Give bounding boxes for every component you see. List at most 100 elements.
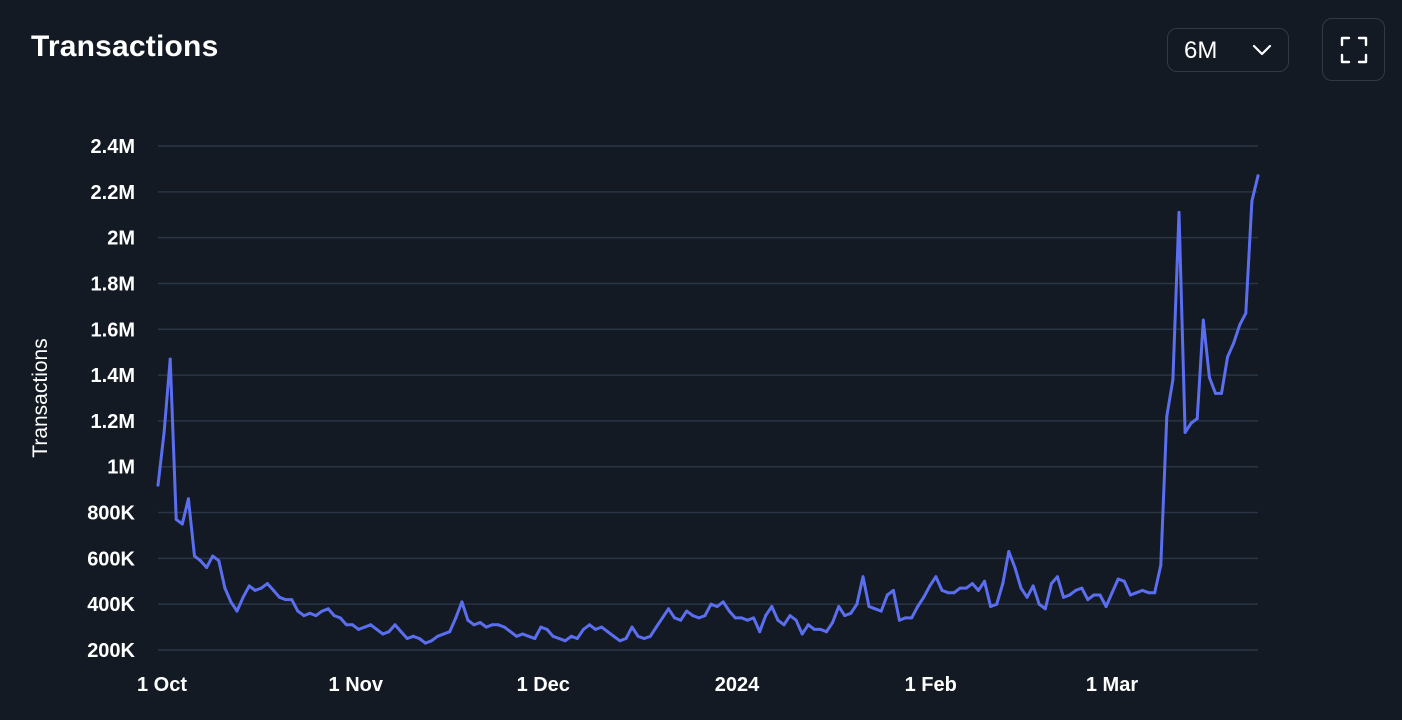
data-point xyxy=(618,639,622,643)
data-point xyxy=(739,616,743,620)
data-point xyxy=(879,609,883,613)
data-point xyxy=(934,575,938,579)
data-point xyxy=(211,554,215,558)
data-point xyxy=(612,634,616,638)
data-point xyxy=(1007,550,1011,553)
data-point xyxy=(217,559,221,563)
data-point xyxy=(1074,588,1078,592)
data-point xyxy=(180,522,184,526)
data-point xyxy=(332,614,336,618)
data-point xyxy=(630,625,634,629)
data-point xyxy=(946,591,950,595)
y-tick-label: 2.4M xyxy=(91,136,135,158)
data-point xyxy=(1183,430,1187,434)
data-point xyxy=(636,634,640,638)
data-point xyxy=(509,630,512,634)
data-point xyxy=(1220,391,1223,395)
data-point xyxy=(964,586,968,590)
data-point xyxy=(490,623,494,627)
transactions-chart: 200K 400K 600K 800K 1M 1.2M 1.4M 1.6M 1.8M 2M 2.2M… xyxy=(29,136,1260,696)
data-point xyxy=(521,632,525,636)
data-point xyxy=(885,593,889,597)
data-point xyxy=(1055,575,1059,579)
data-point xyxy=(484,625,488,629)
data-point xyxy=(575,637,579,640)
data-point xyxy=(1177,210,1181,214)
data-point xyxy=(746,618,749,622)
data-point xyxy=(247,584,251,588)
data-point xyxy=(405,637,409,640)
data-point xyxy=(502,625,506,629)
data-point xyxy=(375,627,379,631)
data-point xyxy=(326,607,330,611)
data-point xyxy=(1031,584,1035,588)
data-point xyxy=(806,623,810,627)
data-point xyxy=(660,616,664,620)
data-point xyxy=(600,625,604,629)
data-point xyxy=(302,614,306,618)
data-point xyxy=(958,586,962,590)
y-tick-label: 2.2M xyxy=(91,182,135,204)
data-point xyxy=(837,605,841,608)
data-point xyxy=(673,616,677,620)
data-point xyxy=(265,582,269,586)
data-point xyxy=(533,637,537,640)
data-point xyxy=(727,609,731,613)
data-point xyxy=(1001,582,1005,586)
data-point xyxy=(855,602,859,606)
data-point xyxy=(715,605,719,608)
data-point xyxy=(910,616,914,620)
data-point xyxy=(983,579,986,583)
data-point xyxy=(648,634,652,638)
data-point xyxy=(369,623,373,627)
data-point xyxy=(825,630,828,634)
x-tick-label: 1 Nov xyxy=(329,674,384,696)
data-point xyxy=(186,497,190,501)
data-point xyxy=(843,614,847,618)
data-point xyxy=(831,621,835,624)
data-point xyxy=(338,616,342,620)
data-point xyxy=(1153,591,1157,595)
data-point xyxy=(1025,595,1029,599)
data-point xyxy=(867,605,871,608)
data-point xyxy=(1128,593,1132,597)
data-point xyxy=(1232,341,1236,345)
y-tick-label: 600K xyxy=(87,548,135,570)
data-point xyxy=(478,621,482,624)
data-point xyxy=(667,607,670,611)
data-point xyxy=(284,598,288,602)
data-point xyxy=(229,600,233,604)
data-point xyxy=(344,623,348,627)
data-point xyxy=(849,611,853,615)
data-point xyxy=(241,595,245,599)
data-points xyxy=(156,174,1260,645)
data-point xyxy=(1201,318,1205,322)
data-point xyxy=(1080,586,1084,590)
y-axis-ticks: 200K 400K 600K 800K 1M 1.2M 1.4M 1.6M 1.8M 2M 2.2M… xyxy=(87,136,135,662)
data-point xyxy=(1171,378,1175,382)
data-point xyxy=(812,627,816,631)
data-point xyxy=(1013,566,1017,569)
data-point xyxy=(423,641,427,645)
data-point xyxy=(1116,577,1120,581)
data-point xyxy=(1037,602,1041,606)
data-point xyxy=(679,618,683,622)
x-tick-label: 1 Dec xyxy=(517,674,570,696)
data-point xyxy=(764,614,768,618)
data-point xyxy=(721,600,725,604)
data-point xyxy=(430,639,433,643)
data-point xyxy=(1238,323,1242,327)
data-point xyxy=(922,595,926,599)
data-point xyxy=(496,623,500,627)
data-point xyxy=(1110,591,1114,595)
data-point xyxy=(581,627,585,631)
data-point xyxy=(193,554,196,558)
x-tick-label: 2024 xyxy=(715,674,760,696)
data-point xyxy=(818,627,822,631)
data-point xyxy=(794,618,798,622)
data-point xyxy=(436,634,440,638)
data-point xyxy=(205,566,209,569)
data-point xyxy=(1104,605,1108,608)
data-point xyxy=(1189,421,1193,425)
data-point xyxy=(995,602,999,606)
